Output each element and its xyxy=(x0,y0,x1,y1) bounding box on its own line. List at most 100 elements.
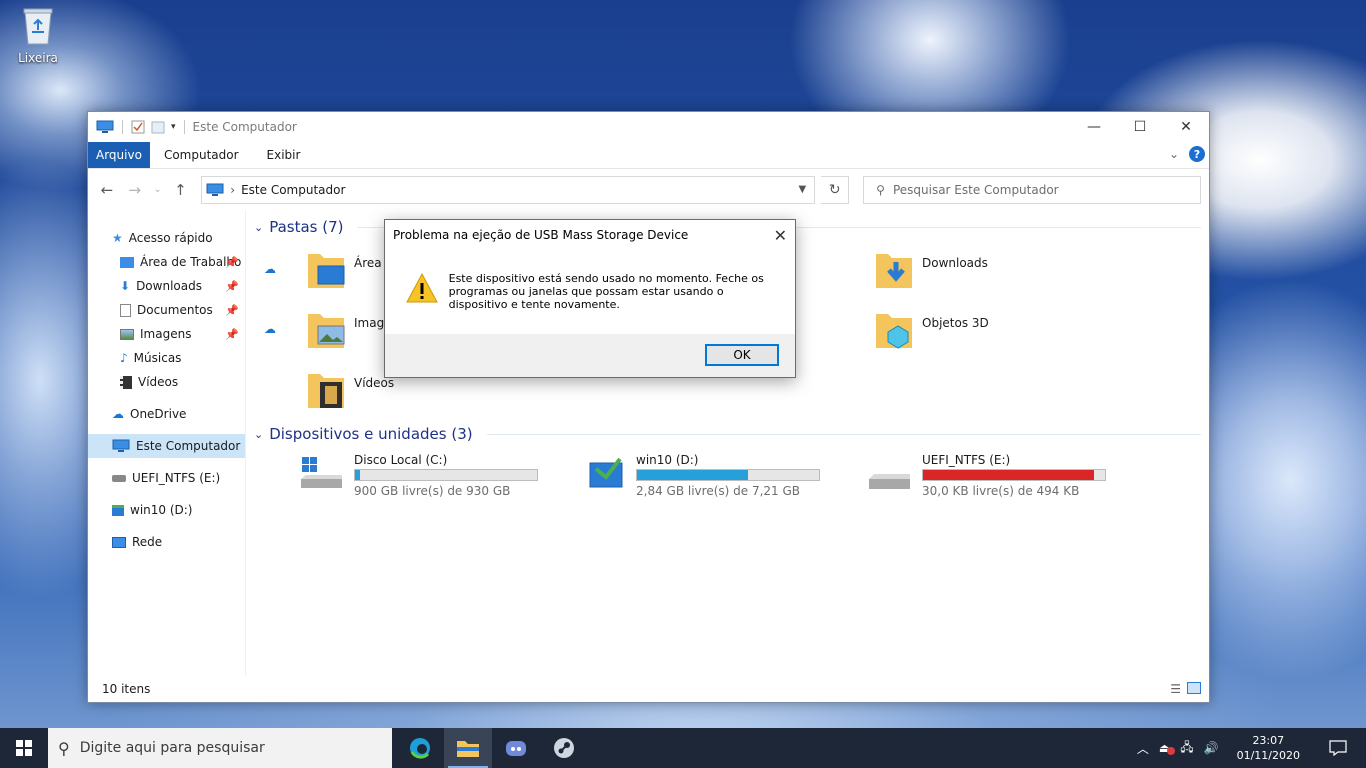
computer-icon xyxy=(112,439,130,452)
computer-icon xyxy=(206,183,224,196)
up-arrow-icon[interactable]: ↑ xyxy=(169,181,191,199)
sidebar-item-desktop[interactable]: Área de Trabalho 📌 xyxy=(88,250,245,274)
title-bar: ▾ Este Computador — ☐ ✕ xyxy=(88,112,1209,142)
notification-center-icon[interactable] xyxy=(1318,740,1358,756)
sidebar-item-this-pc[interactable]: Este Computador xyxy=(88,434,245,458)
minimize-button[interactable]: — xyxy=(1071,112,1117,142)
safely-remove-hardware-icon[interactable]: ⏏ xyxy=(1159,741,1175,755)
tab-arquivo[interactable]: Arquivo xyxy=(88,142,150,168)
discord-app-icon[interactable] xyxy=(492,728,540,768)
pictures-folder-icon xyxy=(308,314,345,348)
volume-icon[interactable]: 🔊 xyxy=(1204,741,1219,755)
large-icons-view-icon[interactable] xyxy=(1187,682,1201,694)
expand-ribbon-chevron-icon[interactable]: ⌄ xyxy=(1169,147,1179,161)
breadcrumb-este-computador[interactable]: Este Computador xyxy=(241,183,345,197)
navigation-bar: ← → ⌄ ↑ › Este Computador ▼ ↻ ⚲ Pesquisa… xyxy=(88,168,1209,210)
videos-folder-icon xyxy=(308,374,344,408)
drive-d-icon xyxy=(112,504,124,516)
new-folder-icon[interactable] xyxy=(151,120,165,134)
drive-name: Disco Local (C:) xyxy=(354,453,448,467)
sidebar-item-downloads[interactable]: ⬇ Downloads 📌 xyxy=(88,274,245,298)
folder-label: Downloads xyxy=(922,256,988,270)
recycle-bin-label: Lixeira xyxy=(18,51,58,65)
navigation-pane: ★ Acesso rápido Área de Trabalho 📌 ⬇ Dow… xyxy=(88,210,246,676)
breadcrumb-separator-icon: › xyxy=(230,182,236,197)
properties-icon[interactable] xyxy=(131,120,145,134)
sidebar-item-label: win10 (D:) xyxy=(130,503,193,517)
status-bar: 10 itens ☰ xyxy=(88,676,1209,702)
refresh-button[interactable]: ↻ xyxy=(821,175,850,204)
drive-e[interactable]: UEFI_NTFS (E:) 30,0 KB livre(s) de 494 K… xyxy=(868,453,1106,498)
taskbar: ⚲ Digite aqui para pesquisar ︿ ⏏ 🖧 🔊 23:… xyxy=(0,728,1366,768)
close-button[interactable]: ✕ xyxy=(1163,112,1209,142)
windows-drive-icon xyxy=(301,457,342,488)
pin-icon: 📌 xyxy=(225,279,239,293)
drive-c[interactable]: Disco Local (C:) 900 GB livre(s) de 930 … xyxy=(300,453,538,498)
computer-icon xyxy=(96,120,114,133)
sidebar-item-label: Downloads xyxy=(136,279,202,293)
group-title: Pastas (7) xyxy=(269,218,344,236)
star-icon: ★ xyxy=(112,231,123,245)
sidebar-item-videos[interactable]: Vídeos xyxy=(88,370,245,394)
sidebar-item-label: OneDrive xyxy=(130,407,187,421)
ok-button[interactable]: OK xyxy=(705,344,779,366)
folder-videos[interactable]: Vídeos xyxy=(306,368,394,410)
drive-free-space: 900 GB livre(s) de 930 GB xyxy=(354,484,511,498)
search-box[interactable]: ⚲ Pesquisar Este Computador xyxy=(863,175,1202,204)
windows-logo-icon xyxy=(16,740,32,756)
back-arrow-icon[interactable]: ← xyxy=(96,181,118,199)
dialog-close-button[interactable]: ✕ xyxy=(774,226,787,245)
address-dropdown-chevron-icon[interactable]: ▼ xyxy=(790,184,814,195)
maximize-button[interactable]: ☐ xyxy=(1117,112,1163,142)
devices-group-header[interactable]: ⌄ Dispositivos e unidades (3) xyxy=(254,423,1201,445)
sidebar-item-onedrive[interactable]: ☁ OneDrive xyxy=(88,402,245,426)
drive-d-icon xyxy=(589,457,623,488)
details-view-icon[interactable]: ☰ xyxy=(1170,682,1181,696)
search-icon: ⚲ xyxy=(876,182,885,197)
network-icon[interactable]: 🖧 xyxy=(1180,738,1193,759)
sidebar-item-drive-d[interactable]: win10 (D:) xyxy=(88,498,245,522)
sidebar-item-quick-access[interactable]: ★ Acesso rápido xyxy=(88,226,245,250)
sidebar-item-documents[interactable]: Documentos 📌 xyxy=(88,298,245,322)
recent-locations-chevron-icon[interactable]: ⌄ xyxy=(152,184,164,195)
pin-icon: 📌 xyxy=(225,303,239,317)
sidebar-item-network[interactable]: Rede xyxy=(88,530,245,554)
drive-name: win10 (D:) xyxy=(636,453,699,467)
cloud-sync-icon: ☁ xyxy=(264,322,276,336)
taskbar-search-box[interactable]: ⚲ Digite aqui para pesquisar xyxy=(48,728,392,768)
drive-free-space: 2,84 GB livre(s) de 7,21 GB xyxy=(636,484,801,498)
dialog-message: Este dispositivo está sendo usado no mom… xyxy=(448,272,764,311)
folder-3d-objects[interactable]: Objetos 3D xyxy=(874,308,989,350)
system-tray: ︿ ⏏ 🖧 🔊 23:07 01/11/2020 xyxy=(1137,733,1366,763)
recycle-bin-desktop-icon[interactable]: Lixeira xyxy=(12,6,64,65)
sidebar-item-label: Imagens xyxy=(140,327,192,341)
address-bar[interactable]: › Este Computador ▼ xyxy=(201,175,816,204)
forward-arrow-icon[interactable]: → xyxy=(124,181,146,199)
sidebar-item-pictures[interactable]: Imagens 📌 xyxy=(88,322,245,346)
clock[interactable]: 23:07 01/11/2020 xyxy=(1237,733,1300,763)
customize-toolbar-chevron-icon[interactable]: ▾ xyxy=(171,122,176,132)
start-button[interactable] xyxy=(0,728,48,768)
sidebar-item-drive-e[interactable]: UEFI_NTFS (E:) xyxy=(88,466,245,490)
3d-objects-folder-icon xyxy=(876,314,912,349)
onedrive-cloud-icon: ☁ xyxy=(112,407,124,421)
steam-app-icon[interactable] xyxy=(540,728,588,768)
edge-app-icon[interactable] xyxy=(396,728,444,768)
drive-name: UEFI_NTFS (E:) xyxy=(922,453,1011,467)
music-note-icon: ♪ xyxy=(120,351,128,365)
show-hidden-icons-chevron-icon[interactable]: ︿ xyxy=(1137,740,1149,757)
file-explorer-app-icon[interactable] xyxy=(444,728,492,768)
folder-label: Vídeos xyxy=(354,376,395,390)
drive-usage-bar xyxy=(636,469,820,481)
tab-exibir[interactable]: Exibir xyxy=(253,142,315,168)
clock-date: 01/11/2020 xyxy=(1236,749,1300,762)
search-icon: ⚲ xyxy=(58,738,70,758)
folder-downloads[interactable]: Downloads xyxy=(874,248,988,290)
collapse-chevron-icon: ⌄ xyxy=(254,220,264,234)
film-icon xyxy=(120,375,132,389)
help-icon[interactable]: ? xyxy=(1189,146,1205,162)
drive-usage-bar xyxy=(354,469,538,481)
drive-d[interactable]: win10 (D:) 2,84 GB livre(s) de 7,21 GB xyxy=(586,453,820,498)
tab-computador[interactable]: Computador xyxy=(150,142,253,168)
sidebar-item-music[interactable]: ♪ Músicas xyxy=(88,346,245,370)
